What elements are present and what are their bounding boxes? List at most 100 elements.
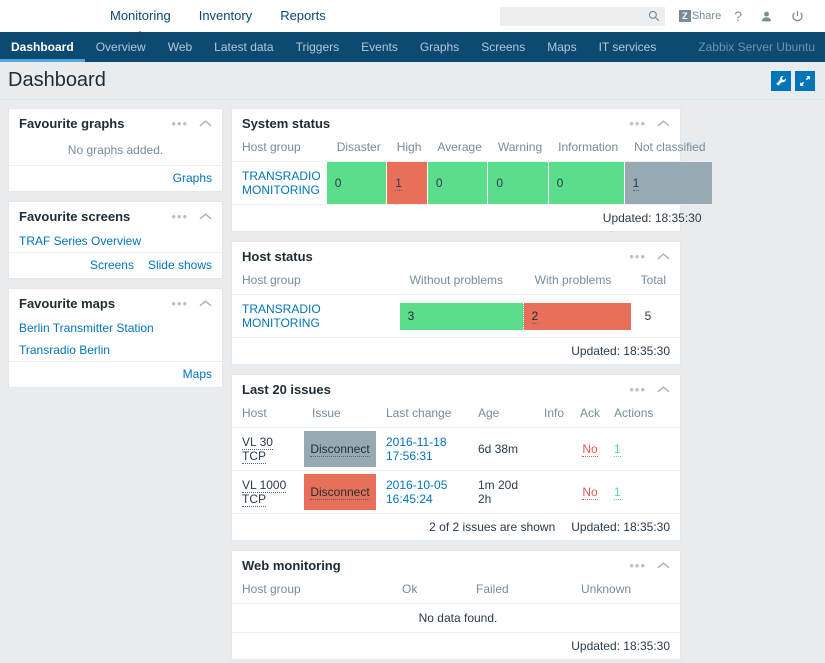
col-info: Info [532, 403, 570, 428]
search-box[interactable] [499, 6, 665, 26]
wrench-icon [776, 75, 786, 86]
nav-item-latest-data[interactable]: Latest data [203, 32, 284, 62]
help-button[interactable]: ? [725, 8, 751, 24]
collapse-chevron-up-icon[interactable] [199, 299, 212, 308]
issue-severity-tag[interactable]: Disconnect [304, 431, 376, 467]
actions-count-link[interactable]: 1 [614, 442, 621, 457]
cell-actions[interactable]: 1 [606, 470, 680, 514]
col-with-problems: With problems [524, 270, 631, 295]
collapse-chevron-up-icon[interactable] [657, 252, 670, 261]
cell-ack[interactable]: No [570, 470, 607, 514]
configure-dashboard-button[interactable] [771, 70, 791, 91]
cell-not-classified[interactable]: 1 [624, 161, 712, 205]
link-graphs[interactable]: Graphs [173, 171, 212, 185]
last-change-time[interactable]: 16:45:24 [386, 492, 433, 506]
with-problems-count-link[interactable]: 2 [531, 309, 539, 324]
last-issues-footer: 2 of 2 issues are shown Updated: 18:35:3… [232, 513, 680, 540]
col-issue: Issue [304, 403, 376, 428]
last-change-time[interactable]: 17:56:31 [386, 449, 433, 463]
table-row: No data found. [232, 603, 680, 633]
user-profile-button[interactable] [751, 10, 782, 23]
nav-item-triggers[interactable]: Triggers [285, 32, 351, 62]
last-change-date[interactable]: 2016-11-18 [386, 435, 447, 449]
collapse-chevron-up-icon[interactable] [657, 561, 670, 570]
host-status-table: Host group Without problems With problem… [232, 270, 680, 364]
issues-summary: 2 of 2 issues are shown [429, 520, 556, 534]
col-average: Average [427, 137, 488, 162]
nav-item-web[interactable]: Web [157, 32, 203, 62]
nav-item-dashboard[interactable]: Dashboard [0, 32, 85, 62]
cell-last-change[interactable]: 2016-10-05 16:45:24 [376, 470, 468, 514]
col-age: Age [468, 403, 532, 428]
search-input[interactable] [499, 6, 665, 26]
last-change-date[interactable]: 2016-10-05 [386, 478, 447, 492]
top-menu-item-monitoring[interactable]: Monitoring [96, 0, 185, 32]
system-status-table: Host group Disaster High Average Warning… [232, 137, 712, 231]
favourite-map-link[interactable]: Transradio Berlin [19, 343, 110, 357]
nav-item-screens[interactable]: Screens [470, 32, 536, 62]
high-count-link[interactable]: 1 [395, 176, 402, 191]
collapse-chevron-up-icon[interactable] [657, 385, 670, 394]
nav-item-maps[interactable]: Maps [536, 32, 587, 62]
nav-item-events[interactable]: Events [350, 32, 409, 62]
more-options-icon[interactable]: ••• [629, 559, 646, 572]
share-button[interactable]: Z Share [665, 10, 725, 22]
collapse-chevron-up-icon[interactable] [199, 119, 212, 128]
link-slide-shows[interactable]: Slide shows [148, 258, 212, 272]
issue-severity-tag[interactable]: Disconnect [304, 474, 376, 510]
ack-status-link[interactable]: No [582, 485, 598, 500]
nav-item-it-services[interactable]: IT services [588, 32, 668, 62]
cell-issue[interactable]: Disconnect [304, 427, 376, 471]
disaster-count: 0 [334, 176, 342, 190]
ack-status-link[interactable]: No [582, 442, 598, 457]
more-options-icon[interactable]: ••• [171, 297, 188, 310]
nav-item-graphs[interactable]: Graphs [409, 32, 470, 62]
list-item[interactable]: TRAF Series Overview [9, 230, 222, 252]
cell-ack[interactable]: No [570, 427, 607, 471]
actions-count-link[interactable]: 1 [614, 485, 621, 500]
more-options-icon[interactable]: ••• [171, 210, 188, 223]
power-icon [792, 10, 803, 21]
more-options-icon[interactable]: ••• [629, 117, 646, 130]
more-options-icon[interactable]: ••• [629, 383, 646, 396]
cell-host-group[interactable]: TRANSRADIO MONITORING [232, 162, 327, 205]
host-link[interactable]: VL 1000 TCP [242, 478, 287, 507]
collapse-chevron-up-icon[interactable] [199, 212, 212, 221]
total-count: 5 [644, 309, 652, 323]
nav-item-overview[interactable]: Overview [85, 32, 157, 62]
favourite-screen-link[interactable]: TRAF Series Overview [19, 234, 141, 248]
cell-host[interactable]: VL 30 TCP [232, 427, 304, 471]
updated-row: Updated: 18:35:30 [232, 633, 680, 660]
signout-button[interactable] [782, 10, 813, 23]
widget-title: System status [242, 116, 331, 131]
cell-last-change[interactable]: 2016-11-18 17:56:31 [376, 427, 468, 471]
collapse-chevron-up-icon[interactable] [657, 119, 670, 128]
more-options-icon[interactable]: ••• [171, 117, 188, 130]
issue-link[interactable]: Disconnect [310, 485, 370, 500]
more-options-icon[interactable]: ••• [629, 250, 646, 263]
top-menu-item-inventory[interactable]: Inventory [185, 0, 266, 32]
link-screens[interactable]: Screens [90, 258, 134, 272]
not-classified-count-link[interactable]: 1 [632, 176, 640, 191]
updated-row: Updated: 18:35:30 [232, 337, 680, 364]
cell-high[interactable]: 1 [386, 161, 428, 205]
top-menu-item-reports[interactable]: Reports [266, 0, 340, 32]
cell-actions[interactable]: 1 [606, 427, 680, 471]
cell-host-group[interactable]: TRANSRADIO MONITORING [232, 295, 400, 338]
link-maps[interactable]: Maps [183, 367, 212, 381]
widget-header: Web monitoring ••• [232, 551, 680, 579]
cell-host[interactable]: VL 1000 TCP [232, 470, 304, 514]
col-disaster: Disaster [326, 137, 387, 162]
list-item[interactable]: Berlin Transmitter Station [9, 317, 222, 339]
favourite-map-link[interactable]: Berlin Transmitter Station [19, 321, 154, 335]
host-group-link[interactable]: TRANSRADIO MONITORING [242, 302, 321, 330]
host-link[interactable]: VL 30 TCP [242, 435, 273, 464]
host-group-link[interactable]: TRANSRADIO MONITORING [242, 169, 321, 197]
widget-title: Favourite screens [19, 209, 131, 224]
fullscreen-button[interactable] [795, 70, 815, 91]
bar-with-problems[interactable]: 2 [523, 302, 631, 330]
list-item[interactable]: Transradio Berlin [9, 339, 222, 361]
issue-link[interactable]: Disconnect [310, 442, 370, 457]
cell-issue[interactable]: Disconnect [304, 470, 376, 514]
search-icon[interactable] [648, 10, 660, 22]
